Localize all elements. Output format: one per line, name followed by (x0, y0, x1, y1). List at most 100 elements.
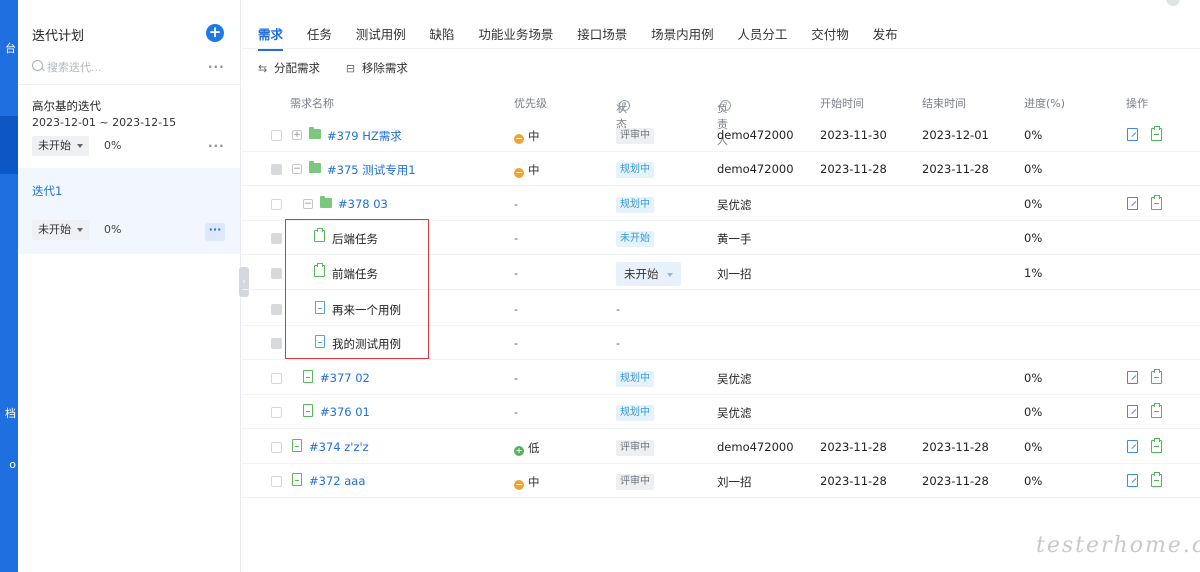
tab-defects[interactable]: 缺陷 (430, 24, 455, 51)
priority-label: 中 (528, 475, 540, 489)
requirement-name-link[interactable]: #379 HZ需求 (327, 128, 402, 144)
iteration-more-button[interactable]: ··· (205, 223, 225, 241)
tab-deliverables[interactable]: 交付物 (811, 24, 849, 51)
row-checkbox[interactable] (271, 373, 282, 384)
edit-icon[interactable] (1127, 474, 1138, 487)
requirement-name-link[interactable]: #374 z'z'z (309, 440, 369, 454)
tab-business-scenarios[interactable]: 功能业务场景 (478, 24, 553, 51)
priority-cell: - (514, 336, 519, 350)
tab-tasks[interactable]: 任务 (307, 24, 332, 51)
start-date-cell: 2023-11-28 (820, 474, 887, 488)
iteration-item[interactable]: 高尔基的迭代 2023-12-01 ~ 2023-12-15 未开始 0% ··… (18, 86, 240, 166)
tab-requirements[interactable]: 需求 (258, 24, 284, 51)
table-row[interactable]: #374 z'z'z + 低 评审中 demo472000 2023-11-28 … (242, 430, 1200, 464)
assign-requirement-button[interactable]: ⇆ 分配需求 (258, 60, 320, 76)
iteration-search (32, 57, 228, 79)
priority-cell: - (514, 405, 519, 419)
main-content: 需求 任务 测试用例 缺陷 功能业务场景 接口场景 场景内用例 人员分工 交付物… (242, 0, 1200, 572)
table-row[interactable]: 后端任务 - 未开始 黄一手 0% (242, 221, 1200, 255)
iteration-more-button[interactable]: ··· (208, 139, 225, 153)
task-name[interactable]: 后端任务 (332, 231, 378, 247)
add-iteration-button[interactable]: + (206, 24, 224, 42)
requirement-name-link[interactable]: #378 03 (338, 197, 388, 211)
clipboard-icon[interactable] (1151, 126, 1162, 141)
column-header-end[interactable]: 结束时间 (922, 95, 966, 111)
clipboard-icon[interactable] (1151, 195, 1162, 210)
clipboard-icon[interactable] (1151, 472, 1162, 487)
requirement-name-link[interactable]: #377 02 (320, 371, 370, 385)
priority-cell: - (514, 231, 519, 245)
help-icon[interactable]: ? (619, 100, 630, 111)
status-dropdown-value: 未开始 (624, 267, 659, 281)
edit-icon[interactable] (1127, 128, 1138, 141)
iteration-status: 未开始 (38, 223, 71, 236)
test-case-name[interactable]: 我的测试用例 (332, 336, 401, 352)
clipboard-icon[interactable] (1151, 403, 1162, 418)
row-checkbox[interactable] (271, 442, 282, 453)
table-row[interactable]: #372 aaa − 中 评审中 刘一招 2023-11-28 2023-11-2… (242, 464, 1200, 498)
tab-release[interactable]: 发布 (873, 24, 898, 51)
row-checkbox[interactable] (271, 199, 282, 210)
table-row[interactable]: + #379 HZ需求 − 中 评审中 demo472000 2023-11-30… (242, 118, 1200, 152)
tab-api-scenarios[interactable]: 接口场景 (577, 24, 627, 51)
iteration-status-select[interactable]: 未开始 (32, 220, 89, 240)
requirement-name-link[interactable]: #372 aaa (309, 474, 365, 488)
table-row[interactable]: 前端任务 - 未开始 刘一招 1% (242, 256, 1200, 290)
tab-staffing[interactable]: 人员分工 (737, 24, 787, 51)
iteration-search-input[interactable] (47, 57, 197, 77)
table-row[interactable]: 我的测试用例 - - (242, 326, 1200, 360)
priority-low-icon: + (514, 446, 524, 456)
column-header-name[interactable]: 需求名称 (290, 95, 334, 111)
watermark: testerhome.com (1036, 533, 1200, 558)
expand-toggle-icon[interactable]: + (292, 130, 302, 140)
row-checkbox[interactable] (271, 476, 282, 487)
nav-active-item[interactable] (0, 116, 18, 174)
remove-requirement-button[interactable]: ⊟ 移除需求 (346, 60, 408, 76)
owner-cell: 吴优滤 (717, 198, 752, 212)
row-checkbox[interactable] (271, 130, 282, 141)
collapse-toggle-icon[interactable]: − (292, 164, 302, 174)
table-row[interactable]: 再来一个用例 - - (242, 292, 1200, 326)
iteration-item[interactable]: 迭代1 未开始 0% ··· (18, 168, 240, 254)
clipboard-icon[interactable] (1151, 438, 1162, 453)
row-checkbox[interactable] (271, 407, 282, 418)
progress-cell: 0% (1024, 405, 1043, 419)
task-name[interactable]: 前端任务 (332, 266, 378, 282)
column-header-start[interactable]: 开始时间 (820, 95, 864, 111)
status-badge: 评审中 (616, 440, 654, 456)
iteration-name: 迭代1 (32, 184, 63, 198)
test-case-icon (315, 301, 325, 314)
nav-label[interactable]: o (0, 458, 18, 471)
edit-icon[interactable] (1127, 440, 1138, 453)
table-row[interactable]: − #375 测试专用1 − 中 规划中 demo472000 2023-11-2… (242, 152, 1200, 186)
status-badge: 评审中 (616, 474, 654, 490)
progress-cell: 0% (1024, 162, 1043, 176)
column-header-progress[interactable]: 进度(%) (1024, 95, 1065, 111)
column-header-priority[interactable]: 优先级 (514, 95, 547, 111)
clipboard-icon[interactable] (1151, 369, 1162, 384)
test-case-name[interactable]: 再来一个用例 (332, 302, 401, 318)
collapse-toggle-icon[interactable]: − (303, 199, 313, 209)
status-badge: 未开始 (616, 231, 654, 247)
requirement-name-link[interactable]: #376 01 (320, 405, 370, 419)
requirement-name-link[interactable]: #375 测试专用1 (327, 162, 416, 178)
table-row[interactable]: #377 02 - 规划中 吴优滤 0% (242, 361, 1200, 395)
tab-scenario-cases[interactable]: 场景内用例 (651, 24, 714, 51)
chevron-down-icon (666, 272, 673, 277)
nav-label[interactable]: 档 (0, 405, 18, 421)
edit-icon[interactable] (1127, 197, 1138, 210)
edit-icon[interactable] (1127, 371, 1138, 384)
priority-cell: - (514, 266, 519, 280)
owner-cell: 刘一招 (717, 475, 752, 489)
status-dropdown[interactable]: 未开始 (616, 262, 681, 286)
edit-icon[interactable] (1127, 405, 1138, 418)
table-header: 需求名称 优先级 状态? 负责人? 开始时间 结束时间 进度(%) 操作 (242, 90, 1200, 147)
table-row[interactable]: #376 01 - 规划中 吴优滤 0% (242, 395, 1200, 429)
nav-label[interactable]: 台 (0, 40, 18, 56)
table-row[interactable]: − #378 03 - 规划中 吴优滤 0% (242, 187, 1200, 221)
row-checkbox (271, 268, 282, 279)
help-icon[interactable]: ? (720, 100, 731, 111)
iteration-status-select[interactable]: 未开始 (32, 136, 89, 156)
iteration-search-more-button[interactable]: ··· (208, 60, 225, 74)
tab-test-cases[interactable]: 测试用例 (356, 24, 406, 51)
